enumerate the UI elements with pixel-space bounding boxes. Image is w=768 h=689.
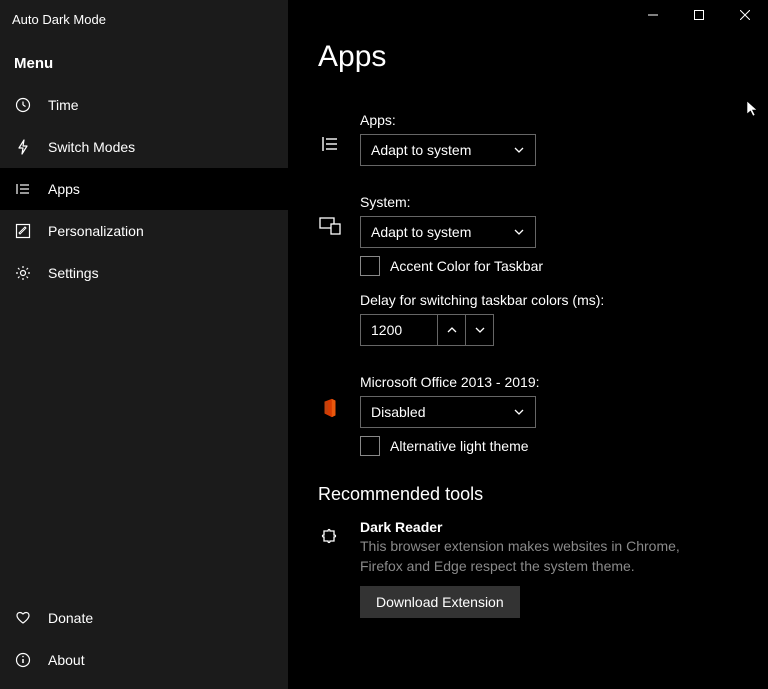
maximize-button[interactable] — [676, 0, 722, 30]
sidebar-item-personalization[interactable]: Personalization — [0, 210, 288, 252]
gear-icon — [14, 264, 32, 282]
sidebar-item-label: Settings — [48, 265, 99, 281]
clock-icon — [14, 96, 32, 114]
apps-setting-row: Apps: Adapt to system — [318, 112, 738, 166]
chevron-down-icon — [513, 406, 525, 418]
minimize-button[interactable] — [630, 0, 676, 30]
delay-decrement-button[interactable] — [466, 314, 494, 346]
info-icon — [14, 651, 32, 669]
system-select-value: Adapt to system — [371, 224, 513, 240]
recommended-row: Dark Reader This browser extension makes… — [318, 519, 738, 618]
sidebar-item-switch-modes[interactable]: Switch Modes — [0, 126, 288, 168]
pencil-icon — [14, 222, 32, 240]
sidebar-item-label: Personalization — [48, 223, 144, 239]
sidebar-item-donate[interactable]: Donate — [0, 597, 288, 639]
apps-select-value: Adapt to system — [371, 142, 513, 158]
office-label: Microsoft Office 2013 - 2019: — [360, 374, 738, 390]
close-button[interactable] — [722, 0, 768, 30]
puzzle-icon — [318, 523, 342, 547]
system-select[interactable]: Adapt to system — [360, 216, 536, 248]
lightning-icon — [14, 138, 32, 156]
app-title: Auto Dark Mode — [0, 8, 288, 37]
nav-list: Time Switch Modes Apps Personalization S — [0, 84, 288, 597]
sidebar-item-label: Switch Modes — [48, 139, 135, 155]
alt-theme-label: Alternative light theme — [390, 438, 529, 454]
accent-checkbox-row: Accent Color for Taskbar — [360, 256, 738, 276]
sidebar-item-settings[interactable]: Settings — [0, 252, 288, 294]
sidebar-item-label: Apps — [48, 181, 80, 197]
download-extension-button[interactable]: Download Extension — [360, 586, 520, 618]
office-icon — [318, 396, 342, 420]
recommended-title: Dark Reader — [360, 519, 738, 535]
recommended-description: This browser extension makes websites in… — [360, 537, 700, 576]
apps-label: Apps: — [360, 112, 738, 128]
delay-increment-button[interactable] — [438, 314, 466, 346]
office-setting-row: Microsoft Office 2013 - 2019: Disabled A… — [318, 374, 738, 456]
accent-checkbox[interactable] — [360, 256, 380, 276]
apps-select[interactable]: Adapt to system — [360, 134, 536, 166]
office-select[interactable]: Disabled — [360, 396, 536, 428]
sidebar-item-label: Donate — [48, 610, 93, 626]
accent-label: Accent Color for Taskbar — [390, 258, 543, 274]
list-icon — [14, 180, 32, 198]
sidebar-bottom: Donate About — [0, 597, 288, 689]
desktop-icon — [318, 214, 342, 238]
system-label: System: — [360, 194, 738, 210]
delay-label: Delay for switching taskbar colors (ms): — [360, 292, 738, 308]
alt-theme-checkbox[interactable] — [360, 436, 380, 456]
sidebar: Auto Dark Mode Menu Time Switch Modes Ap… — [0, 0, 288, 689]
cursor-icon — [746, 100, 760, 118]
content-area: Apps Apps: Adapt to system System: Adapt… — [288, 0, 768, 689]
page-title: Apps — [318, 40, 738, 74]
sidebar-item-label: About — [48, 652, 85, 668]
system-setting-row: System: Adapt to system Accent Color for… — [318, 194, 738, 346]
sidebar-item-time[interactable]: Time — [0, 84, 288, 126]
sidebar-item-about[interactable]: About — [0, 639, 288, 681]
alt-theme-checkbox-row: Alternative light theme — [360, 436, 738, 456]
recommended-heading: Recommended tools — [318, 484, 738, 505]
sidebar-item-label: Time — [48, 97, 79, 113]
chevron-down-icon — [513, 226, 525, 238]
apps-list-icon — [318, 132, 342, 156]
menu-heading: Menu — [0, 37, 288, 84]
delay-spinner: 1200 — [360, 314, 738, 346]
titlebar-controls — [630, 0, 768, 30]
sidebar-item-apps[interactable]: Apps — [0, 168, 288, 210]
office-select-value: Disabled — [371, 404, 513, 420]
chevron-down-icon — [513, 144, 525, 156]
heart-icon — [14, 609, 32, 627]
delay-input[interactable]: 1200 — [360, 314, 438, 346]
